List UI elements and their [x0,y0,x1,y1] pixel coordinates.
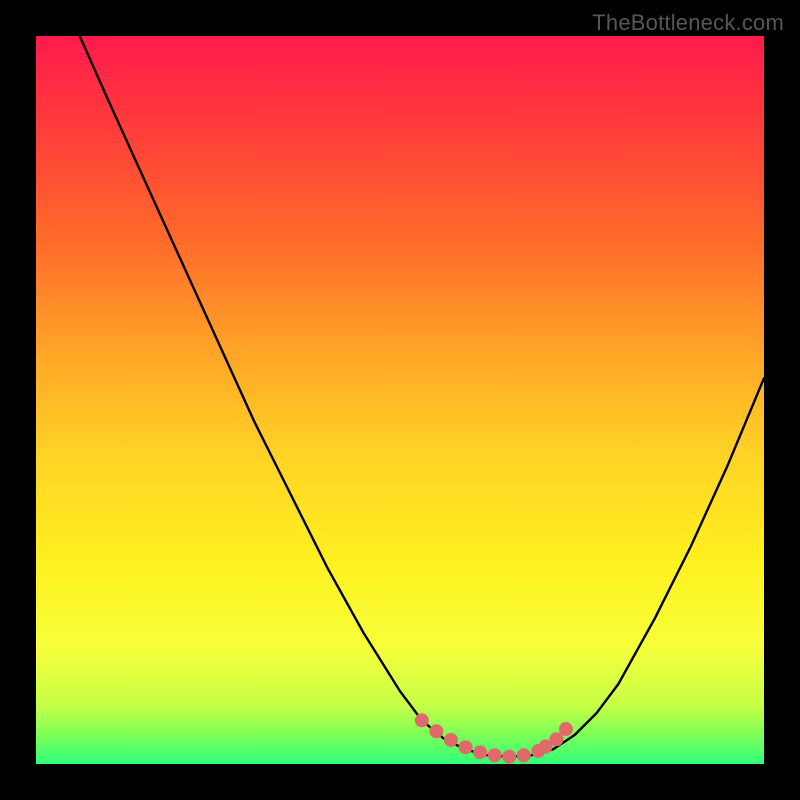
highlight-dot [473,745,487,759]
highlight-dot [502,750,516,764]
watermark-label: TheBottleneck.com [592,10,784,36]
highlight-dots-group [415,713,573,763]
highlight-dot [559,722,573,736]
highlight-dot [488,748,502,762]
curve-svg [36,36,764,764]
bottleneck-curve-path [80,36,764,757]
highlight-dot [459,740,473,754]
highlight-dot [429,724,443,738]
highlight-dot [415,713,429,727]
highlight-dot [517,748,531,762]
chart-frame: TheBottleneck.com [0,0,800,800]
plot-area [36,36,764,764]
highlight-dot [444,733,458,747]
